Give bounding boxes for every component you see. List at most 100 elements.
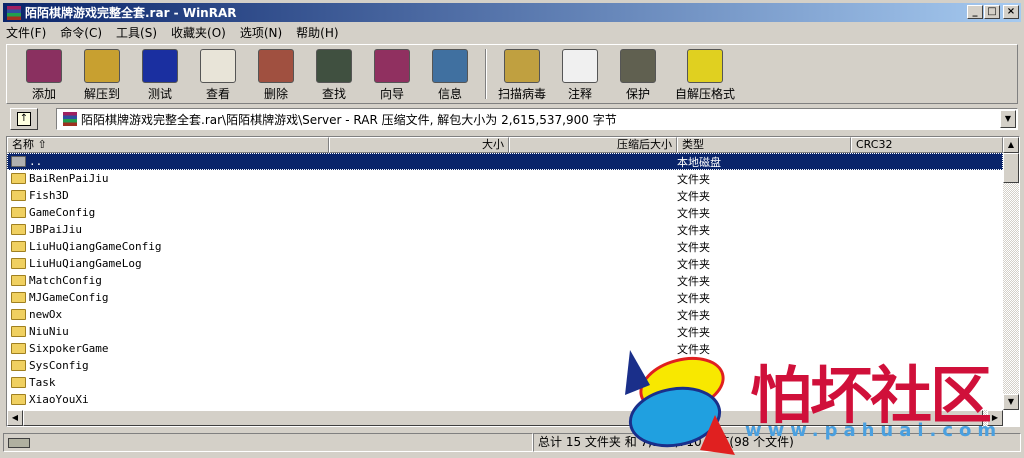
row-name: NiuNiu (29, 325, 69, 338)
row-name: Fish3D (29, 189, 69, 202)
toolbar-button-3[interactable]: 查看 (189, 45, 247, 103)
column-packed[interactable]: 压缩后大小 (509, 137, 677, 153)
folder-icon (11, 173, 26, 184)
column-crc32[interactable]: CRC32 (851, 137, 1003, 153)
table-row[interactable]: Fish3D 文件夹 (7, 187, 1003, 204)
h-scroll-thumb[interactable] (23, 410, 983, 426)
toolbar-label: 解压到 (83, 87, 120, 101)
row-name: MatchConfig (29, 274, 102, 287)
table-row[interactable]: LiuHuQiangGameConfig 文件夹 (7, 238, 1003, 255)
column-name[interactable]: 名称 ⇧ (7, 137, 329, 153)
toolbar-label: 查找 (321, 87, 346, 101)
folder-icon (11, 156, 26, 167)
sfx-icon (687, 49, 723, 83)
row-type: 文件夹 (677, 172, 710, 186)
row-name: .. (29, 155, 43, 168)
menu-item-1[interactable]: 命令(C) (60, 24, 102, 41)
path-combobox[interactable]: 陌陌棋牌游戏完整全套.rar\陌陌棋牌游戏\Server - RAR 压缩文件,… (56, 108, 1018, 130)
folder-icon (11, 258, 26, 269)
up-arrow-icon: ↑ (17, 112, 31, 126)
row-name: Task (29, 376, 56, 389)
row-name: LiuHuQiangGameLog (29, 257, 142, 270)
table-row[interactable]: NiuNiu 文件夹 (7, 323, 1003, 340)
row-type: 文件夹 (677, 223, 710, 237)
toolbar-button-6[interactable]: 向导 (363, 45, 421, 103)
menu-item-4[interactable]: 选项(N) (240, 24, 282, 41)
toolbar-label: 自解压格式 (674, 87, 735, 101)
horizontal-scrollbar[interactable]: ◀ ▶ (7, 410, 1003, 426)
row-name: JBPaiJiu (29, 223, 82, 236)
protect-icon (620, 49, 656, 83)
folder-icon (11, 326, 26, 337)
toolbar-button-5[interactable]: 查找 (305, 45, 363, 103)
menu-item-2[interactable]: 工具(S) (116, 24, 157, 41)
toolbar-button-2[interactable]: 测试 (131, 45, 189, 103)
folder-icon (11, 207, 26, 218)
path-dropdown-button[interactable]: ▼ (1000, 110, 1016, 128)
folder-icon (11, 275, 26, 286)
table-row[interactable]: MJGameConfig 文件夹 (7, 289, 1003, 306)
toolbar-button-7[interactable]: 信息 (421, 45, 479, 103)
file-list: 名称 ⇧ 大小 压缩后大小 类型 CRC32 .. 本地磁盘 BaiRenPaiJi… (6, 136, 1020, 427)
toolbar-label: 删除 (263, 87, 288, 101)
status-bar: 总计 15 文件夹 和 7,172,710 字节(98 个文件) (3, 433, 1021, 452)
row-type: 文件夹 (677, 342, 710, 356)
table-row[interactable]: newOx 文件夹 (7, 306, 1003, 323)
folder-icon (11, 360, 26, 371)
table-row[interactable]: GameConfig 文件夹 (7, 204, 1003, 221)
folder-icon (11, 343, 26, 354)
toolbar-button-9[interactable]: 注释 (551, 45, 609, 103)
scroll-up-button[interactable]: ▲ (1003, 137, 1019, 153)
table-row[interactable]: Task 文件夹 (7, 374, 1003, 391)
path-text: 陌陌棋牌游戏完整全套.rar\陌陌棋牌游戏\Server - RAR 压缩文件,… (81, 112, 617, 127)
table-row[interactable]: LiuHuQiangGameLog 文件夹 (7, 255, 1003, 272)
scroll-left-button[interactable]: ◀ (7, 410, 23, 426)
scroll-right-button[interactable]: ▶ (987, 410, 1003, 426)
toolbar-button-1[interactable]: 解压到 (73, 45, 131, 103)
column-size[interactable]: 大小 (329, 137, 509, 153)
toolbar-button-0[interactable]: 添加 (15, 45, 73, 103)
menu-bar: 文件(F) 命令(C) 工具(S) 收藏夹(O) 选项(N) 帮助(H) (6, 23, 339, 41)
column-headers: 名称 ⇧ 大小 压缩后大小 类型 CRC32 (7, 137, 1003, 153)
toolbar-label: 查看 (205, 87, 230, 101)
winrar-icon (7, 5, 21, 20)
table-row[interactable]: MatchConfig 文件夹 (7, 272, 1003, 289)
scroll-thumb[interactable] (1003, 153, 1019, 183)
maximize-button[interactable]: □ (984, 5, 1000, 19)
folder-icon (11, 292, 26, 303)
row-type: 本地磁盘 (677, 155, 721, 169)
vertical-scrollbar[interactable]: ▲ ▼ (1003, 137, 1019, 410)
table-row[interactable]: SixpokerGame 文件夹 (7, 340, 1003, 357)
test-icon (142, 49, 178, 83)
close-button[interactable]: × (1003, 5, 1019, 19)
toolbar-button-8[interactable]: 扫描病毒 (493, 45, 551, 103)
column-type[interactable]: 类型 (677, 137, 851, 153)
comment-icon (562, 49, 598, 83)
info-icon (432, 49, 468, 83)
extract-icon (84, 49, 120, 83)
menu-item-0[interactable]: 文件(F) (6, 24, 46, 41)
toolbar-button-10[interactable]: 保护 (609, 45, 667, 103)
folder-icon (11, 241, 26, 252)
table-row[interactable]: XiaoYouXi 文件夹 (7, 391, 1003, 408)
toolbar-button-11[interactable]: 自解压格式 (667, 45, 743, 103)
row-type: 文件夹 (677, 376, 710, 390)
delete-icon (258, 49, 294, 83)
scroll-down-button[interactable]: ▼ (1003, 394, 1019, 410)
folder-icon (11, 394, 26, 405)
archive-icon (63, 112, 77, 126)
toolbar: 添加 解压到 测试 查看 删除 查找 向导 信息 扫描病毒 注释 保护 自解压格式 (6, 44, 1018, 104)
table-row[interactable]: .. 本地磁盘 (7, 153, 1003, 170)
row-name: newOx (29, 308, 63, 321)
menu-item-3[interactable]: 收藏夹(O) (171, 24, 226, 41)
toolbar-label: 扫描病毒 (497, 87, 546, 101)
menu-item-5[interactable]: 帮助(H) (296, 24, 338, 41)
row-type: 文件夹 (677, 274, 710, 288)
table-row[interactable]: JBPaiJiu 文件夹 (7, 221, 1003, 238)
toolbar-button-4[interactable]: 删除 (247, 45, 305, 103)
table-row[interactable]: SysConfig 文件夹 (7, 357, 1003, 374)
up-folder-button[interactable]: ↑ (10, 108, 38, 130)
toolbar-separator (485, 49, 487, 99)
table-row[interactable]: BaiRenPaiJiu 文件夹 (7, 170, 1003, 187)
minimize-button[interactable]: _ (967, 5, 983, 19)
